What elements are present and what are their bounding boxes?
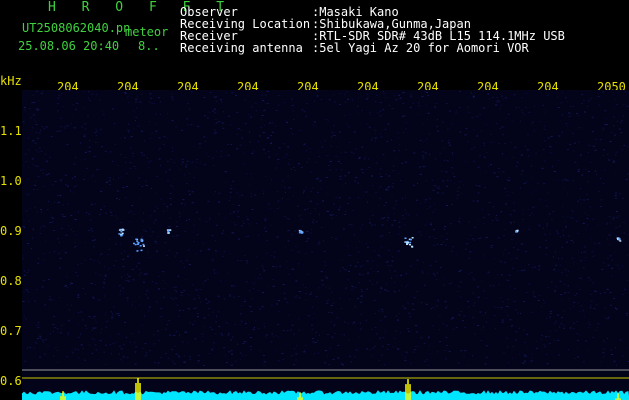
detection-tag: meteor xyxy=(125,25,169,39)
spectrogram-plot xyxy=(22,90,629,400)
y-tick-label: 0.6 xyxy=(0,374,22,388)
y-tick-label: 0.7 xyxy=(0,324,22,338)
field-label-antenna: Receiving antenna xyxy=(180,41,303,55)
counter: 8.. xyxy=(138,39,160,53)
y-tick-label: 1.1 xyxy=(0,124,22,138)
timestamp: 25.08.06 20:40 xyxy=(18,39,120,53)
spectrogram-background xyxy=(22,90,629,400)
y-tick-label: 1.0 xyxy=(0,174,22,188)
y-tick-label: 0.9 xyxy=(0,224,22,238)
file-name: UT2508062040.pn xyxy=(22,21,131,35)
y-unit-label: kHz xyxy=(0,74,22,88)
field-value-antenna: :5el Yagi Az 20 for Aomori VOR xyxy=(312,41,529,55)
y-tick-label: 0.8 xyxy=(0,274,22,288)
